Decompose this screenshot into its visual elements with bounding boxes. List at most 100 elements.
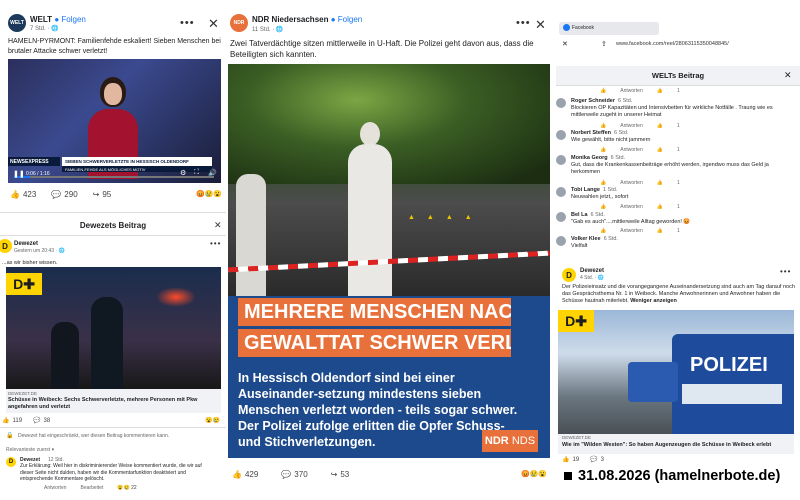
welt-header: WELT ● Folgen (30, 15, 86, 24)
show-less-link[interactable]: Weniger anzeigen (630, 298, 677, 304)
comment-time: 1 Std. (602, 187, 618, 193)
like-count: 1 (676, 180, 680, 186)
welt-name[interactable]: WELT (30, 15, 52, 24)
watermark: 31.08.2026 (hamelnerbote.de) (564, 468, 798, 490)
like-action-icon[interactable]: 👍 (600, 228, 606, 234)
comment-author[interactable]: Volker Klee 6 Std. (571, 236, 618, 242)
like-action-icon[interactable]: 👍 (657, 147, 663, 153)
like-icon[interactable]: 👍 (562, 456, 569, 463)
close-icon[interactable]: ✕ (535, 18, 546, 31)
ndr-follow-button[interactable]: Folgen (338, 15, 362, 24)
url-bar[interactable]: www.facebook.com/reel/28063115350048845/ (616, 41, 729, 47)
dewezet-name[interactable]: Dewezet (580, 268, 604, 274)
commenter-avatar[interactable] (556, 98, 566, 108)
browser-tab[interactable]: Facebook (559, 22, 659, 35)
like-action-icon[interactable]: 👍 (657, 123, 663, 129)
comment-count: 3 (600, 456, 604, 463)
settings-icon[interactable]: ⚙ (180, 169, 186, 177)
commenter-avatar[interactable] (556, 212, 566, 222)
comment-icon[interactable]: 💬 (33, 417, 40, 424)
author-name: Bel La (571, 212, 588, 218)
like-icon[interactable]: 👍 (2, 417, 9, 424)
forensic-officer (236, 174, 266, 296)
like-action-icon[interactable]: 👍 (600, 88, 606, 94)
reply-button[interactable]: Antworten (620, 228, 643, 234)
dewezet-post-image[interactable]: D✚ POLIZEI (558, 310, 794, 434)
welt-avatar[interactable]: WELT (8, 14, 26, 32)
fullscreen-icon[interactable]: ⛶ (194, 169, 199, 177)
like-count: 1 (676, 147, 680, 153)
comment-count: 290 (64, 190, 78, 199)
forensic-officer (348, 122, 392, 296)
comment-time: 6 Std. (590, 212, 605, 218)
comment-author[interactable]: Roger Schneider 6 Std. (571, 98, 632, 104)
tab-label: Facebook (572, 25, 594, 31)
commenter-avatar[interactable] (556, 155, 566, 165)
officer-figure (51, 322, 79, 389)
more-options-icon[interactable]: ••• (180, 18, 195, 29)
like-action-icon[interactable]: 👍 (657, 204, 663, 210)
ndr-post-text: Zwei Tatverdächtige sitzen mittlerweile … (230, 39, 534, 59)
share-icon[interactable]: ⇪ (601, 40, 607, 48)
commenter-avatar[interactable] (556, 236, 566, 246)
back-icon[interactable]: ✕ (562, 40, 568, 48)
commenter-avatar[interactable] (556, 130, 566, 140)
more-options-icon[interactable]: ••• (210, 240, 221, 248)
ndr-logo-sub: NDS (511, 435, 536, 447)
welt-follow-button[interactable]: Folgen (61, 15, 85, 24)
dewezet-post-image[interactable]: D✚ (6, 267, 221, 389)
link-preview[interactable]: DEWEZET.DE Wie im "Wilden Westen": So ha… (558, 434, 794, 454)
comment-author[interactable]: Monika Georg 6 Std. (571, 155, 625, 161)
headline-box-2: GEWALTTAT SCHWER VERLETZT (238, 329, 511, 357)
reply-button[interactable]: Antworten (620, 147, 643, 153)
reply-button[interactable]: Antworten (44, 485, 67, 491)
welt-post-text: HAMELN-PYRMONT: Familienfehde eskaliert!… (8, 38, 221, 55)
like-action-icon[interactable]: 👍 (657, 180, 663, 186)
like-action-icon[interactable]: 👍 (600, 180, 606, 186)
ndr-post-image[interactable]: ▲▲▲▲ MEHRERE MENSCHEN NACH GEWALTTAT SCH… (228, 64, 550, 458)
reply-button[interactable]: Antworten (620, 123, 643, 129)
like-action-icon[interactable]: 👍 (657, 228, 663, 234)
dewezet-avatar[interactable]: D (562, 268, 576, 282)
welt-video[interactable]: NEWSEXPRESS SIEBEN SCHWERVERLETZTE IN HE… (8, 59, 221, 183)
comment-author[interactable]: Tobi Lange 1 Std. (571, 187, 617, 193)
like-icon[interactable]: 👍 (232, 470, 242, 479)
dewezet-logo: D (2, 241, 8, 251)
author-name: Volker Klee (571, 236, 601, 242)
sort-dropdown[interactable]: Relevanteste zuerst ▾ (6, 447, 54, 453)
like-action-icon[interactable]: 👍 (600, 147, 606, 153)
dialog-title: WELTs Beitrag (651, 71, 705, 80)
comment-time: 6 Std. (614, 130, 629, 136)
more-options-icon[interactable]: ••• (780, 268, 791, 276)
comment-actions: Antworten Bearbeitet 😮😢 22 (44, 485, 137, 491)
like-icon[interactable]: 👍 (10, 190, 20, 199)
reply-button[interactable]: Antworten (620, 204, 643, 210)
comment-icon[interactable]: 💬 (590, 456, 597, 463)
volume-icon[interactable]: 🔊 (208, 169, 217, 177)
like-action-icon[interactable]: 👍 (600, 123, 606, 129)
share-icon[interactable]: ↪ (331, 470, 338, 479)
ndr-avatar[interactable]: NDR (230, 14, 248, 32)
dewezet-avatar[interactable]: D (0, 239, 12, 253)
dewezet-name[interactable]: Dewezet (14, 241, 38, 247)
reply-button[interactable]: Antworten (620, 180, 643, 186)
play-icon[interactable]: ❚❚ (13, 170, 25, 178)
comment-actions: 👍 Antworten 👍 1 (600, 204, 680, 210)
like-action-icon[interactable]: 👍 (657, 88, 663, 94)
comment-icon[interactable]: 💬 (281, 470, 291, 479)
comment-author[interactable]: Bel La 6 Std. (571, 212, 605, 218)
more-options-icon[interactable]: ••• (516, 18, 531, 29)
comment-author[interactable]: Norbert Steffen 6 Std. (571, 130, 628, 136)
link-preview[interactable]: DEWEZET.DE Schüsse in Weibeck: Sechs Sch… (6, 389, 221, 413)
close-icon[interactable]: ✕ (784, 70, 792, 81)
close-icon[interactable]: ✕ (214, 221, 222, 230)
like-action-icon[interactable]: 👍 (600, 204, 606, 210)
commenter-avatar[interactable] (556, 187, 566, 197)
news-label: NEWSEXPRESS (8, 157, 60, 166)
reply-button[interactable]: Antworten (620, 88, 643, 94)
ndr-name[interactable]: NDR Niedersachsen (252, 15, 328, 24)
commenter-avatar[interactable]: D (6, 457, 16, 467)
comment-icon[interactable]: 💬 (51, 190, 61, 199)
share-icon[interactable]: ↪ (93, 190, 100, 199)
close-icon[interactable]: ✕ (208, 17, 219, 30)
